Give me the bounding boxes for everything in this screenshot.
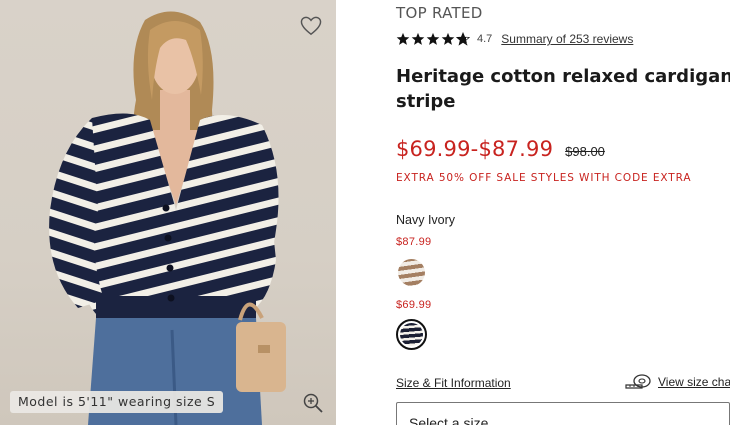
measuring-tape-icon xyxy=(625,374,651,389)
star-icon xyxy=(426,32,440,45)
zoom-in-icon[interactable] xyxy=(302,392,324,414)
rating-summary: 4.7 Summary of 253 reviews xyxy=(396,29,633,49)
selected-color-name: Navy Ivory xyxy=(396,213,456,227)
size-chart-link[interactable]: View size chart xyxy=(624,374,730,390)
star-partial-icon xyxy=(456,32,470,46)
sale-price: $69.99-$87.99 xyxy=(396,137,554,161)
size-chart-link-label: View size chart xyxy=(658,375,730,389)
size-fit-info-link[interactable]: Size & Fit Information xyxy=(396,376,511,390)
price-row: $69.99-$87.99 $98.00 xyxy=(396,137,605,161)
star-icon xyxy=(396,32,410,45)
model-size-caption: Model is 5'11" wearing size S xyxy=(10,391,224,413)
product-title-line: stripe xyxy=(396,91,456,112)
product-title: Heritage cotton relaxed cardigan in stri… xyxy=(396,64,730,114)
top-rated-badge: TOP RATED xyxy=(396,4,483,22)
variant-price: $87.99 xyxy=(396,236,432,248)
product-image[interactable]: Model is 5'11" wearing size S xyxy=(0,0,336,425)
product-title-line: Heritage cotton relaxed cardigan in xyxy=(396,66,730,87)
wishlist-heart-icon[interactable] xyxy=(300,15,322,37)
size-select[interactable]: Select a size xyxy=(396,402,730,425)
model-photo xyxy=(49,11,286,425)
variant-price: $69.99 xyxy=(396,299,432,311)
color-swatch-brown-ivory[interactable] xyxy=(396,257,427,288)
star-icon xyxy=(411,32,425,45)
reviews-summary-link[interactable]: Summary of 253 reviews xyxy=(501,32,633,46)
star-rating xyxy=(396,32,470,46)
star-icon xyxy=(441,32,455,45)
original-price: $98.00 xyxy=(565,144,605,159)
product-details: TOP RATED 4.7 Summary of 253 reviews Her… xyxy=(396,0,730,425)
color-swatch-navy-ivory[interactable] xyxy=(396,319,427,350)
rating-value: 4.7 xyxy=(477,33,493,45)
promo-message: EXTRA 50% OFF SALE STYLES WITH CODE EXTR… xyxy=(396,172,692,184)
